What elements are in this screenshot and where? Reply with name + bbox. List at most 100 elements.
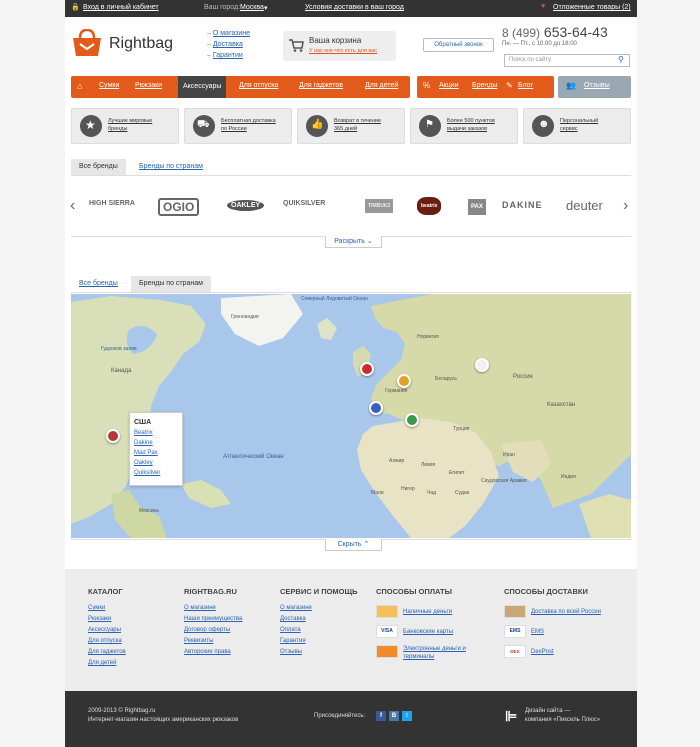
cart-sub-link[interactable]: У нас кое-что есть для вас bbox=[309, 48, 377, 54]
truck-icon: ⛟ bbox=[193, 115, 215, 137]
payment-emoney[interactable]: Электронные деньги и терминалы bbox=[376, 645, 466, 661]
brand-logo[interactable]: PAX bbox=[468, 199, 486, 215]
vk-icon[interactable]: B bbox=[389, 711, 399, 721]
menu-item-blog[interactable]: Блог bbox=[518, 82, 533, 89]
design-credit: Дизайн сайта — bbox=[525, 708, 571, 714]
tab-brands-by-country[interactable]: Бренды по странам bbox=[131, 276, 211, 292]
delivery-dexpost[interactable]: DEX DexPost bbox=[504, 645, 554, 658]
signpost-icon: ⚑ bbox=[419, 115, 441, 137]
delivery-ems[interactable]: EMS EMS bbox=[504, 625, 544, 638]
working-hours: Пн. — Пт., с 10:00 до 18:00 bbox=[502, 41, 577, 47]
menu-item-kids[interactable]: Для детей bbox=[365, 82, 398, 89]
expand-button[interactable]: Раскрыть ⌄ bbox=[325, 236, 382, 248]
pencil-icon[interactable]: ✎ bbox=[506, 81, 513, 90]
brand-logo[interactable]: OAKLEY bbox=[227, 200, 265, 211]
star-icon: ★ bbox=[80, 115, 102, 137]
menu-item-brands[interactable]: Бренды bbox=[472, 82, 497, 89]
footer-link[interactable]: О магазине bbox=[280, 603, 358, 614]
country-popup: США Beatrix Dakine Mad Pax Oakley Quiksi… bbox=[129, 412, 183, 486]
lock-icon: 🔒 bbox=[71, 4, 80, 11]
russia-flag-icon[interactable] bbox=[475, 358, 489, 372]
extra-menu: % Акции Бренды ✎ Блог bbox=[417, 76, 554, 98]
brand-logo[interactable]: QUIKSILVER bbox=[283, 200, 325, 207]
city-select[interactable]: Москва bbox=[240, 4, 264, 11]
delivery-link[interactable]: Условия доставки в ваш город bbox=[305, 4, 404, 11]
footer-link[interactable]: Для детей bbox=[88, 658, 126, 669]
feature-brands[interactable]: ★ Лучшие мировые бренды bbox=[71, 108, 179, 144]
facebook-icon[interactable]: f bbox=[376, 711, 386, 721]
tab-brands-by-country[interactable]: Бренды по странам bbox=[131, 159, 211, 175]
footer-link[interactable]: Доставка bbox=[280, 614, 358, 625]
footer-link[interactable]: Сумки bbox=[88, 603, 126, 614]
guarantee-link[interactable]: Гарантии bbox=[213, 52, 243, 59]
menu-item-sales[interactable]: Акции bbox=[439, 82, 459, 89]
chevron-left-icon[interactable]: ‹ bbox=[70, 197, 75, 215]
footer-link[interactable]: Наши преимущества bbox=[184, 614, 242, 625]
brand-logo[interactable]: HIGH SIERRA bbox=[89, 200, 135, 207]
callback-button[interactable]: Обратный звонок bbox=[423, 38, 494, 52]
feature-pickup[interactable]: ⚑ Более 500 пунктов выдачи заказов bbox=[410, 108, 518, 144]
chevron-down-icon[interactable]: ▾ bbox=[264, 4, 268, 12]
italy-flag-icon[interactable] bbox=[405, 413, 419, 427]
payment-cash[interactable]: Наличные деньги bbox=[376, 605, 452, 618]
feature-service[interactable]: ☻ Персональный сервис bbox=[523, 108, 631, 144]
menu-item-backpacks[interactable]: Рюкзаки bbox=[135, 82, 162, 89]
design-company[interactable]: компания «Пиксель Плюс» bbox=[525, 717, 600, 723]
heart-icon: ♥ bbox=[541, 3, 546, 10]
menu-item-accessories[interactable]: Аксессуары bbox=[178, 76, 227, 98]
footer-payment: СПОСОБЫ ОПЛАТЫ bbox=[376, 587, 452, 596]
menu-item-vacation[interactable]: Для отпуска bbox=[239, 82, 278, 89]
brand-logo[interactable]: TIMBUK2 bbox=[365, 199, 394, 213]
search-icon[interactable]: ⚲ bbox=[618, 55, 624, 64]
join-label: Присоединяйтесь: bbox=[314, 713, 366, 719]
login-link[interactable]: Вход в личный кабинет bbox=[83, 4, 159, 11]
about-link[interactable]: О магазине bbox=[213, 30, 250, 37]
footer-link[interactable]: Авторские права bbox=[184, 647, 242, 658]
menu-item-bags[interactable]: Сумки bbox=[99, 82, 119, 89]
cart-widget[interactable]: Ваша корзина У нас кое-что есть для вас bbox=[283, 31, 396, 61]
brand-logo[interactable]: OGIO bbox=[158, 198, 200, 216]
footer-link[interactable]: Для гаджетов bbox=[88, 647, 126, 658]
delivery-russia[interactable]: Доставка по всей России bbox=[504, 605, 601, 618]
payment-cards[interactable]: VISA Банковские карты bbox=[376, 625, 453, 638]
delivery-header-link[interactable]: Доставка bbox=[213, 41, 243, 48]
footer-link[interactable]: Реквизиты bbox=[184, 636, 242, 647]
wishlist-link[interactable]: Отложенные товары (2) bbox=[553, 4, 631, 11]
wallet-icon bbox=[376, 645, 398, 658]
popup-brand-link[interactable]: Quiksilver bbox=[134, 468, 178, 478]
germany-flag-icon[interactable] bbox=[397, 374, 411, 388]
brand-logo[interactable]: deuter bbox=[566, 198, 603, 213]
footer-link[interactable]: Рюкзаки bbox=[88, 614, 126, 625]
logo[interactable]: Rightbag bbox=[71, 27, 173, 59]
popup-brand-link[interactable]: Oakley bbox=[134, 458, 178, 468]
tab-all-brands[interactable]: Все бренды bbox=[71, 159, 126, 175]
footer-service: СЕРВИС И ПОМОЩЬ О магазине Доставка Опла… bbox=[280, 586, 358, 658]
collapse-button[interactable]: Скрыть ⌃ bbox=[325, 539, 382, 551]
popup-brand-link[interactable]: Beatrix bbox=[134, 428, 178, 438]
footer-link[interactable]: Гарантия bbox=[280, 636, 358, 647]
feature-delivery[interactable]: ⛟ Бесплатная доставка по России bbox=[184, 108, 292, 144]
footer-link[interactable]: Оплата bbox=[280, 625, 358, 636]
footer-link[interactable]: О магазине bbox=[184, 603, 242, 614]
twitter-icon[interactable]: t bbox=[402, 711, 412, 721]
popup-brand-link[interactable]: Mad Pax bbox=[134, 448, 178, 458]
percent-icon[interactable]: % bbox=[423, 81, 430, 90]
brand-logo[interactable]: beatrix bbox=[417, 197, 442, 215]
popup-brand-link[interactable]: Dakine bbox=[134, 438, 178, 448]
usa-flag-icon[interactable] bbox=[106, 429, 120, 443]
footer-link[interactable]: Для отпуска bbox=[88, 636, 126, 647]
feature-return[interactable]: 👍 Возврат в течение 365 дней bbox=[297, 108, 405, 144]
footer-link[interactable]: Аксессуары bbox=[88, 625, 126, 636]
reviews-button[interactable]: 👥 Отзывы bbox=[558, 76, 631, 98]
brand-logo[interactable]: DAKINE bbox=[502, 200, 543, 210]
footer-link[interactable]: Отзывы bbox=[280, 647, 358, 658]
dexpost-icon: DEX bbox=[504, 645, 526, 658]
tab-all-brands[interactable]: Все бренды bbox=[71, 276, 126, 292]
chevron-right-icon[interactable]: › bbox=[623, 197, 628, 215]
uk-flag-icon[interactable] bbox=[360, 362, 374, 376]
france-flag-icon[interactable] bbox=[369, 401, 383, 415]
search-input[interactable]: Поиск по сайту bbox=[504, 54, 630, 67]
footer-link[interactable]: Договор оферты bbox=[184, 625, 242, 636]
menu-item-gadgets[interactable]: Для гаджетов bbox=[299, 82, 343, 89]
home-icon[interactable]: ⌂ bbox=[77, 81, 82, 91]
